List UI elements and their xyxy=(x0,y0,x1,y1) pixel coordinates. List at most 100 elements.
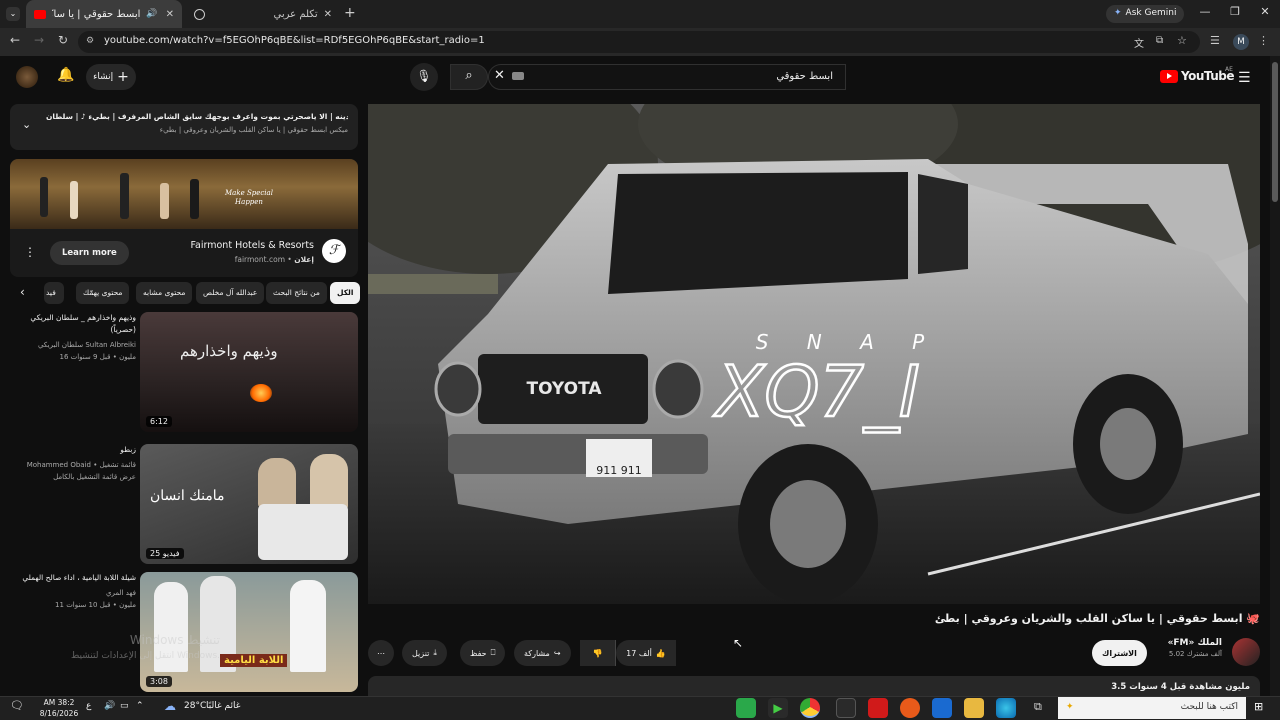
menu-dots-icon[interactable]: ⋮ xyxy=(1258,34,1269,47)
media-player-icon[interactable]: ▶ xyxy=(768,698,788,718)
weather-temp[interactable]: 28°C xyxy=(184,701,206,711)
search-button[interactable]: ⌕ xyxy=(450,64,488,90)
microsoft-store-icon[interactable] xyxy=(836,698,856,718)
tab-chatgpt[interactable]: تكلم عربي ✕ xyxy=(186,0,340,28)
task-view-icon[interactable]: ⧉ xyxy=(1034,700,1042,714)
video-info-2[interactable]: زبطو Mohammed Obaid • قائمة تشغيل عرض قا… xyxy=(10,444,136,483)
ad-image[interactable]: Make Special Happen xyxy=(10,159,358,229)
create-button[interactable]: إنشاء + xyxy=(86,64,136,90)
chevron-left-icon[interactable]: ‹ xyxy=(20,285,25,299)
chip-similar[interactable]: محتوى مشابه xyxy=(136,282,193,304)
chrome-icon[interactable] xyxy=(800,698,820,718)
chip-all[interactable]: الكل xyxy=(330,282,361,304)
video-age: قبل 10 سنوات xyxy=(66,601,111,609)
url-field[interactable]: youtube.com/watch?v=f5EGOhP6qBE&list=RDf… xyxy=(78,31,1200,53)
fairmont-logo[interactable]: ℱ xyxy=(322,239,346,263)
thumbs-up-icon: 👍 xyxy=(655,648,666,658)
dislike-button[interactable]: 👎 xyxy=(580,640,616,666)
language-indicator[interactable]: ع xyxy=(86,701,91,711)
video-description-box[interactable]: 3.5 مليون مشاهدة قبل 4 سنوات xyxy=(368,676,1260,696)
close-tab-icon[interactable]: ✕ xyxy=(166,9,174,20)
chip-more[interactable]: فيد xyxy=(44,282,64,304)
search-highlight-icon: ✦ xyxy=(1066,702,1074,712)
mail-icon[interactable] xyxy=(932,698,952,718)
tray-chevron-icon[interactable]: ⌃ xyxy=(136,701,144,711)
back-icon[interactable]: ← xyxy=(6,33,24,51)
scrollbar-thumb[interactable] xyxy=(1272,62,1278,202)
file-explorer-icon[interactable] xyxy=(964,698,984,718)
search-value: ابسط حقوقي xyxy=(776,71,833,82)
keyboard-icon[interactable] xyxy=(512,72,524,80)
youtube-logo[interactable]: YouTube xyxy=(1160,69,1235,83)
ask-gemini-button[interactable]: ✦ Ask Gemini xyxy=(1106,5,1185,23)
notifications-bell-icon[interactable]: 🔔 xyxy=(57,67,74,83)
restore-icon[interactable]: ❐ xyxy=(1220,5,1250,23)
learn-more-button[interactable]: Learn more xyxy=(50,241,129,265)
video-frame-truck: TOYOTA 911 911 S N A P XQ7_I xyxy=(368,104,1260,604)
voice-search-button[interactable]: 🎙 xyxy=(410,63,438,91)
chip-for-you[interactable]: محتوى يهمّك xyxy=(76,282,130,304)
like-count: 17 ألف xyxy=(626,648,652,658)
chip-abdullah[interactable]: عبدالله آل مخلص xyxy=(196,282,265,304)
playlist-mix-panel[interactable]: التالي: خط المدينه | الا ياصحرتي بموت وا… xyxy=(10,104,358,150)
site-info-icon[interactable]: ⚙ xyxy=(86,36,94,46)
download-icon: ⤓ xyxy=(433,648,437,657)
weather-icon[interactable]: ☁ xyxy=(164,699,176,713)
download-button[interactable]: تنزيل ⤓ xyxy=(402,640,447,666)
thumb-text: اللابة اليامية xyxy=(220,654,288,667)
video-thumbnail-1[interactable]: وذيهم واخذارهم 6:12 xyxy=(140,312,358,432)
chevron-down-icon[interactable]: ⌄ xyxy=(22,118,31,131)
tab-list-button[interactable]: ⌄ xyxy=(6,7,20,21)
minimize-icon[interactable]: — xyxy=(1190,5,1220,23)
video-thumbnail-2[interactable]: مامنك انسان 25 فيديو xyxy=(140,444,358,564)
windows-start-icon[interactable]: ⊞ xyxy=(1254,700,1263,713)
weather-text[interactable]: غائم غالبًا xyxy=(206,701,240,711)
overlay-handle-text: XQ7_I xyxy=(712,351,919,433)
edge-icon[interactable] xyxy=(996,698,1016,718)
search-input[interactable]: ابسط حقوقي xyxy=(488,64,846,90)
video-player[interactable]: TOYOTA 911 911 S N A P XQ7_I xyxy=(368,104,1260,604)
filter-chips: الكل من نتائج البحث عبدالله آل مخلص محتو… xyxy=(10,282,361,304)
new-tab-icon[interactable]: + xyxy=(344,5,356,21)
clear-search-icon[interactable]: ✕ xyxy=(494,68,505,83)
windows-activation-watermark: Windows تنشيط انتقل إلى الإعدادات لتنشيط… xyxy=(60,632,220,664)
network-icon[interactable]: ▭ xyxy=(120,701,129,711)
channel-avatar[interactable] xyxy=(1232,638,1260,666)
video-info-3[interactable]: شيلة اللابة اليامية ، اداء صالح الهملي ف… xyxy=(10,572,136,611)
plus-icon: + xyxy=(117,69,129,85)
more-options-icon[interactable]: ⋮ xyxy=(24,245,36,259)
app-green-icon[interactable] xyxy=(736,698,756,718)
playlist-link[interactable]: عرض قائمة التشغيل بالكامل xyxy=(10,471,136,483)
save-button[interactable]: حفظ ⎕ xyxy=(460,640,506,666)
app-g-icon[interactable] xyxy=(900,698,920,718)
video-info-1[interactable]: وذيهم واخذارهم _ سلطان البريكي (حصرياً) … xyxy=(10,312,136,363)
install-app-icon[interactable]: ⧉ xyxy=(1156,35,1163,46)
more-horizontal-icon: ⋯ xyxy=(377,648,385,658)
subscribe-button[interactable]: الاشتراك xyxy=(1092,640,1147,666)
chip-from-search[interactable]: من نتائج البحث xyxy=(266,282,327,304)
tab-youtube[interactable]: ابسط حقوقي | يا ساكن القـ 🔊 ✕ xyxy=(26,0,182,28)
wps-office-icon[interactable] xyxy=(868,698,888,718)
thumb-text: مامنك انسان xyxy=(150,488,225,504)
reload-icon[interactable]: ↻ xyxy=(54,33,72,51)
close-window-icon[interactable]: ✕ xyxy=(1250,5,1280,23)
account-avatar[interactable] xyxy=(16,66,38,88)
hamburger-icon[interactable]: ☰ xyxy=(1238,70,1251,86)
close-tab-icon[interactable]: ✕ xyxy=(324,9,332,20)
share-icon: ↪ xyxy=(553,648,561,658)
reading-list-icon[interactable]: ☰ xyxy=(1210,34,1220,47)
translate-icon[interactable]: 文 xyxy=(1134,35,1144,50)
clock-date: 8/16/2026 xyxy=(39,709,79,718)
share-button[interactable]: مشاركة ↪ xyxy=(514,640,571,666)
notifications-center-icon[interactable]: 🗨 xyxy=(10,699,24,712)
more-actions-button[interactable]: ⋯ xyxy=(368,640,394,666)
like-button[interactable]: 17 ألف 👍 xyxy=(616,640,676,666)
taskbar-clock[interactable]: AM 38:2 8/16/2026 xyxy=(36,697,82,719)
bookmark-star-icon[interactable]: ☆ xyxy=(1177,34,1187,47)
taskbar-search-box[interactable]: ✦ اكتب هنا للبحث xyxy=(1058,697,1246,719)
speaker-icon[interactable]: 🔊 xyxy=(146,9,157,19)
sponsored-ad-card[interactable]: Make Special Happen ℱ Fairmont Hotels & … xyxy=(10,159,358,277)
forward-icon[interactable]: → xyxy=(30,33,48,51)
profile-avatar[interactable]: M xyxy=(1233,34,1249,50)
volume-icon[interactable]: 🔊 xyxy=(104,701,115,711)
